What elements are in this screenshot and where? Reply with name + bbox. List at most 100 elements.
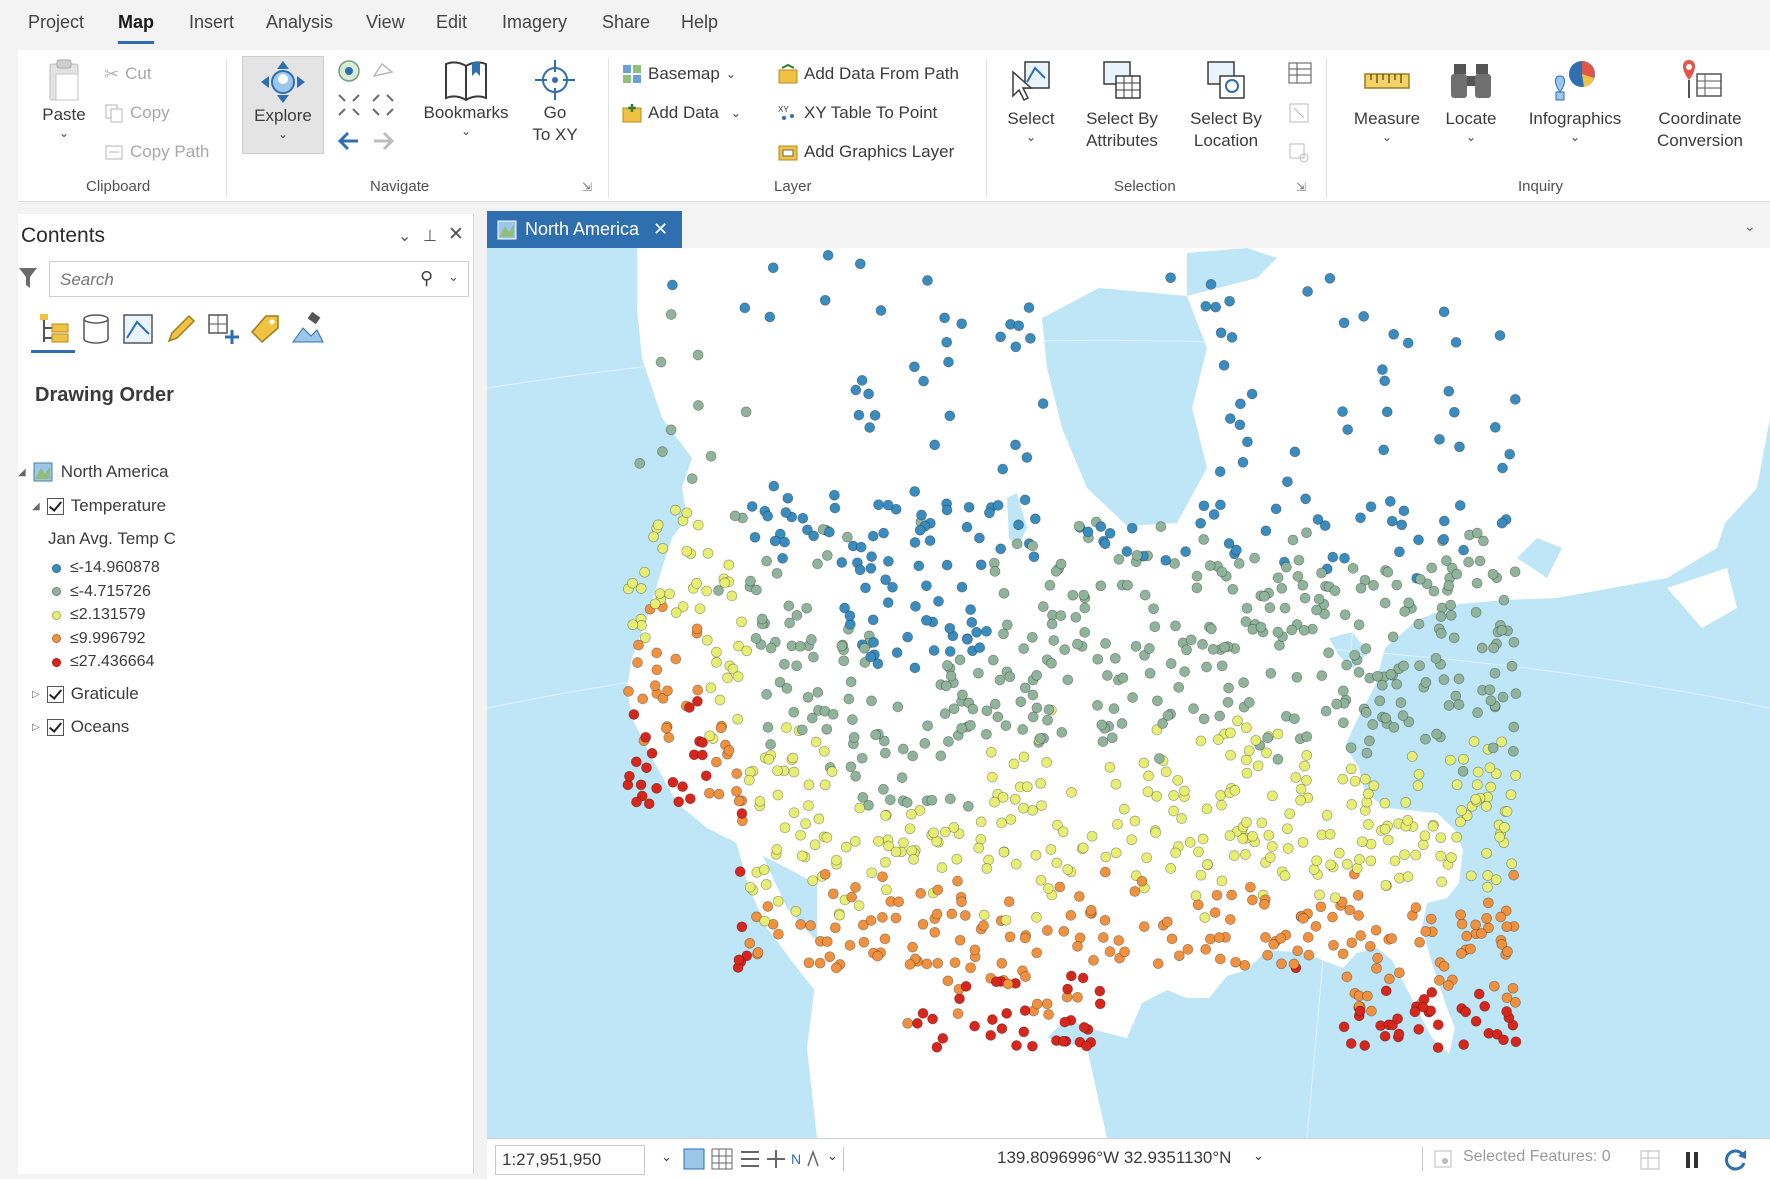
close-tab-icon[interactable]: ✕ <box>653 219 668 240</box>
map-tree-item[interactable]: ◢ North America <box>18 462 168 482</box>
previous-extent-icon[interactable] <box>336 128 362 154</box>
list-by-perspective-imagery-icon[interactable] <box>291 312 325 346</box>
collapse-triangle-icon[interactable]: ◢ <box>18 467 26 478</box>
scale-input[interactable]: 1:27,951,950 ⌄ <box>495 1145 672 1175</box>
grid-icon[interactable] <box>711 1148 733 1170</box>
refresh-icon[interactable] <box>1723 1147 1749 1173</box>
layer-graticule[interactable]: ▷ Graticule <box>32 684 139 704</box>
next-extent-icon[interactable] <box>370 128 396 154</box>
layer-oceans[interactable]: ▷ Oceans <box>32 717 129 737</box>
north-arrow-icon[interactable]: N <box>791 1148 819 1170</box>
bookmarks-button[interactable]: Bookmarks ⌄ <box>418 58 514 138</box>
temperature-point <box>1470 793 1482 805</box>
add-data-from-path-button[interactable]: Add Data From Path <box>778 62 959 86</box>
full-extent-icon[interactable] <box>336 58 362 84</box>
search-icon[interactable]: ⚲ <box>420 268 433 289</box>
temperature-point <box>1509 566 1521 578</box>
copy-button[interactable]: Copy <box>104 101 170 125</box>
select-by-attributes-button[interactable]: Select By Attributes <box>1074 58 1170 152</box>
paste-button[interactable]: Paste ⌄ <box>34 58 94 140</box>
temperature-point <box>849 835 861 847</box>
temperature-point <box>1425 913 1437 925</box>
cursor-coordinates: 139.8096996°W 32.9351130°N <box>997 1148 1232 1167</box>
dialog-launcher-icon[interactable]: ⇲ <box>1296 180 1306 194</box>
explore-button[interactable]: Explore ⌄ <box>242 56 324 154</box>
legend-class-row[interactable]: ≤2.131579 <box>52 606 146 624</box>
legend-class-row[interactable]: ≤-4.715726 <box>52 583 151 601</box>
pause-drawing-icon[interactable] <box>1681 1149 1703 1171</box>
menu-tab-help[interactable]: Help <box>681 12 718 33</box>
map-canvas[interactable] <box>487 248 1770 1138</box>
select-table-icon[interactable] <box>1639 1149 1661 1171</box>
temperature-point <box>691 578 702 589</box>
menu-tab-insert[interactable]: Insert <box>189 12 234 33</box>
menu-tab-map[interactable]: Map <box>118 12 154 44</box>
coordinate-format-chevron-icon[interactable]: ⌄ <box>1253 1148 1264 1164</box>
coordinate-conversion-button[interactable]: Coordinate Conversion <box>1650 58 1750 152</box>
select-by-location-button[interactable]: Select By Location <box>1178 58 1274 152</box>
temperature-point <box>1079 602 1091 614</box>
xy-table-to-point-button[interactable]: XY XY Table To Point <box>778 101 937 125</box>
expand-triangle-icon[interactable]: ▷ <box>32 689 40 700</box>
menu-tab-share[interactable]: Share <box>602 12 650 33</box>
temperature-point <box>1240 849 1251 860</box>
cut-button[interactable]: ✂ Cut <box>104 62 152 86</box>
temperature-point <box>956 722 967 734</box>
list-by-source-icon[interactable] <box>79 312 113 346</box>
menu-tab-imagery[interactable]: Imagery <box>502 12 567 33</box>
fixed-zoom-out-icon[interactable] <box>370 92 396 118</box>
add-data-button[interactable]: Add Data ⌄ <box>622 101 741 125</box>
temperature-point <box>1497 462 1508 474</box>
fixed-zoom-in-icon[interactable] <box>336 92 362 118</box>
list-by-snapping-icon[interactable] <box>206 312 240 346</box>
scissors-icon: ✂ <box>104 64 120 84</box>
layer-temperature[interactable]: ◢ Temperature <box>32 496 166 516</box>
attributes-table-icon[interactable] <box>1288 62 1312 84</box>
chevron-down-icon[interactable]: ⌄ <box>661 1149 672 1165</box>
clear-selection-icon[interactable] <box>1288 102 1312 124</box>
close-icon[interactable]: ✕ <box>448 223 464 246</box>
list-by-labeling-icon[interactable] <box>248 312 282 346</box>
select-button[interactable]: Select ⌄ <box>1002 58 1060 144</box>
temperature-point <box>1379 1030 1391 1042</box>
menu-tab-view[interactable]: View <box>366 12 405 33</box>
navigator-icon[interactable] <box>739 1148 761 1170</box>
tab-list-chevron-icon[interactable]: ⌄ <box>1744 218 1756 235</box>
map-view-icon[interactable] <box>683 1148 705 1170</box>
menu-tab-edit[interactable]: Edit <box>436 12 467 33</box>
temperature-point <box>1264 852 1276 863</box>
copy-path-button[interactable]: Copy Path <box>104 140 209 164</box>
pin-icon[interactable]: ⊥ <box>423 226 437 246</box>
layer-visibility-checkbox[interactable] <box>46 497 64 515</box>
map-view-tab[interactable]: North America ✕ <box>487 211 682 248</box>
search-input[interactable] <box>60 270 400 290</box>
dialog-launcher-icon[interactable]: ⇲ <box>582 180 592 194</box>
go-to-xy-button[interactable]: Go To XY <box>526 58 584 146</box>
menu-tab-analysis[interactable]: Analysis <box>266 12 333 33</box>
legend-class-row[interactable]: ≤9.996792 <box>52 630 146 648</box>
chevron-down-icon[interactable]: ⌄ <box>448 269 459 285</box>
layer-visibility-checkbox[interactable] <box>46 718 64 736</box>
basemap-button[interactable]: Basemap ⌄ <box>622 62 736 86</box>
zoom-to-selection-icon[interactable] <box>370 58 396 84</box>
add-graphics-layer-button[interactable]: Add Graphics Layer <box>778 140 954 164</box>
chevron-down-icon[interactable]: ⌄ <box>827 1148 838 1164</box>
locate-button[interactable]: Locate ⌄ <box>1438 58 1504 144</box>
pane-options-chevron-icon[interactable]: ⌄ <box>398 226 411 246</box>
collapse-triangle-icon[interactable]: ◢ <box>32 501 40 512</box>
legend-class-row[interactable]: ≤27.436664 <box>52 653 154 671</box>
list-by-editing-icon[interactable] <box>164 312 198 346</box>
list-by-selection-icon[interactable] <box>121 312 155 346</box>
temperature-point <box>1200 300 1212 312</box>
measure-button[interactable]: Measure ⌄ <box>1344 58 1430 144</box>
legend-class-row[interactable]: ≤-14.960878 <box>52 559 160 577</box>
list-by-drawing-order-icon[interactable] <box>36 312 70 346</box>
expand-triangle-icon[interactable]: ▷ <box>32 722 40 733</box>
filter-icon[interactable] <box>18 266 38 290</box>
infographics-button[interactable]: Infographics ⌄ <box>1520 58 1630 144</box>
zoom-to-selected-icon[interactable] <box>1288 142 1312 164</box>
layer-visibility-checkbox[interactable] <box>46 685 64 703</box>
snapping-icon[interactable] <box>765 1148 787 1170</box>
temperature-point <box>952 1008 964 1019</box>
menu-tab-project[interactable]: Project <box>28 12 84 33</box>
